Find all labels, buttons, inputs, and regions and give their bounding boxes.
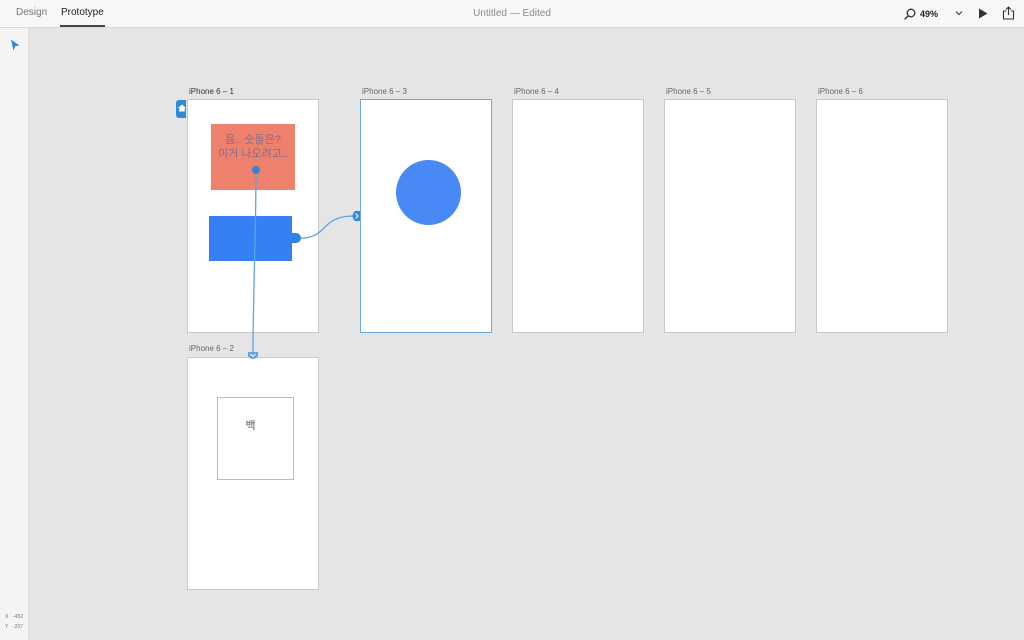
artboard-iphone-6-4[interactable]	[512, 99, 644, 333]
red-rectangle-text[interactable]: 음.. 숫돌은? 이거 나오려고..	[211, 133, 295, 161]
blue-circle[interactable]	[396, 160, 461, 225]
coordinate-y: Y -207	[5, 624, 23, 630]
tool-sidebar: X -452 Y -207	[0, 28, 29, 640]
wire-target-marker-3	[352, 211, 360, 221]
select-arrow-icon[interactable]	[10, 39, 20, 51]
magnifier-icon[interactable]	[904, 8, 916, 20]
artboard-label-2[interactable]: iPhone 6 – 2	[189, 344, 234, 353]
share-icon[interactable]	[1002, 6, 1015, 20]
zoom-level[interactable]: 49%	[920, 9, 938, 19]
document-title: Untitled — Edited	[473, 8, 551, 19]
inner-rectangle[interactable]	[217, 397, 294, 480]
artboard-label-1[interactable]: iPhone 6 – 1	[189, 87, 234, 96]
coordinate-y-label: Y	[5, 624, 9, 630]
top-bar: Design Prototype Untitled — Edited 49%	[0, 0, 1024, 28]
play-icon[interactable]	[978, 8, 988, 19]
red-text-line-2: 이거 나오려고..	[218, 148, 288, 160]
coordinate-x-label: X	[5, 614, 9, 620]
artboard-label-4[interactable]: iPhone 6 – 4	[514, 87, 559, 96]
artboard-label-5[interactable]: iPhone 6 – 5	[666, 87, 711, 96]
home-screen-marker[interactable]	[176, 100, 186, 118]
inner-rectangle-text[interactable]: 백	[217, 417, 284, 433]
coordinate-y-value: -207	[13, 624, 24, 630]
coordinate-x: X -452	[5, 614, 23, 620]
chevron-down-icon[interactable]	[955, 9, 963, 17]
coordinate-x-value: -452	[13, 614, 24, 620]
home-icon	[178, 104, 186, 112]
artboard-iphone-6-6[interactable]	[816, 99, 948, 333]
blue-rectangle[interactable]	[209, 216, 292, 261]
artboard-label-6[interactable]: iPhone 6 – 6	[818, 87, 863, 96]
artboard-iphone-6-5[interactable]	[664, 99, 796, 333]
red-text-line-1: 음.. 숫돌은?	[225, 134, 281, 146]
artboard-label-3[interactable]: iPhone 6 – 3	[362, 87, 407, 96]
